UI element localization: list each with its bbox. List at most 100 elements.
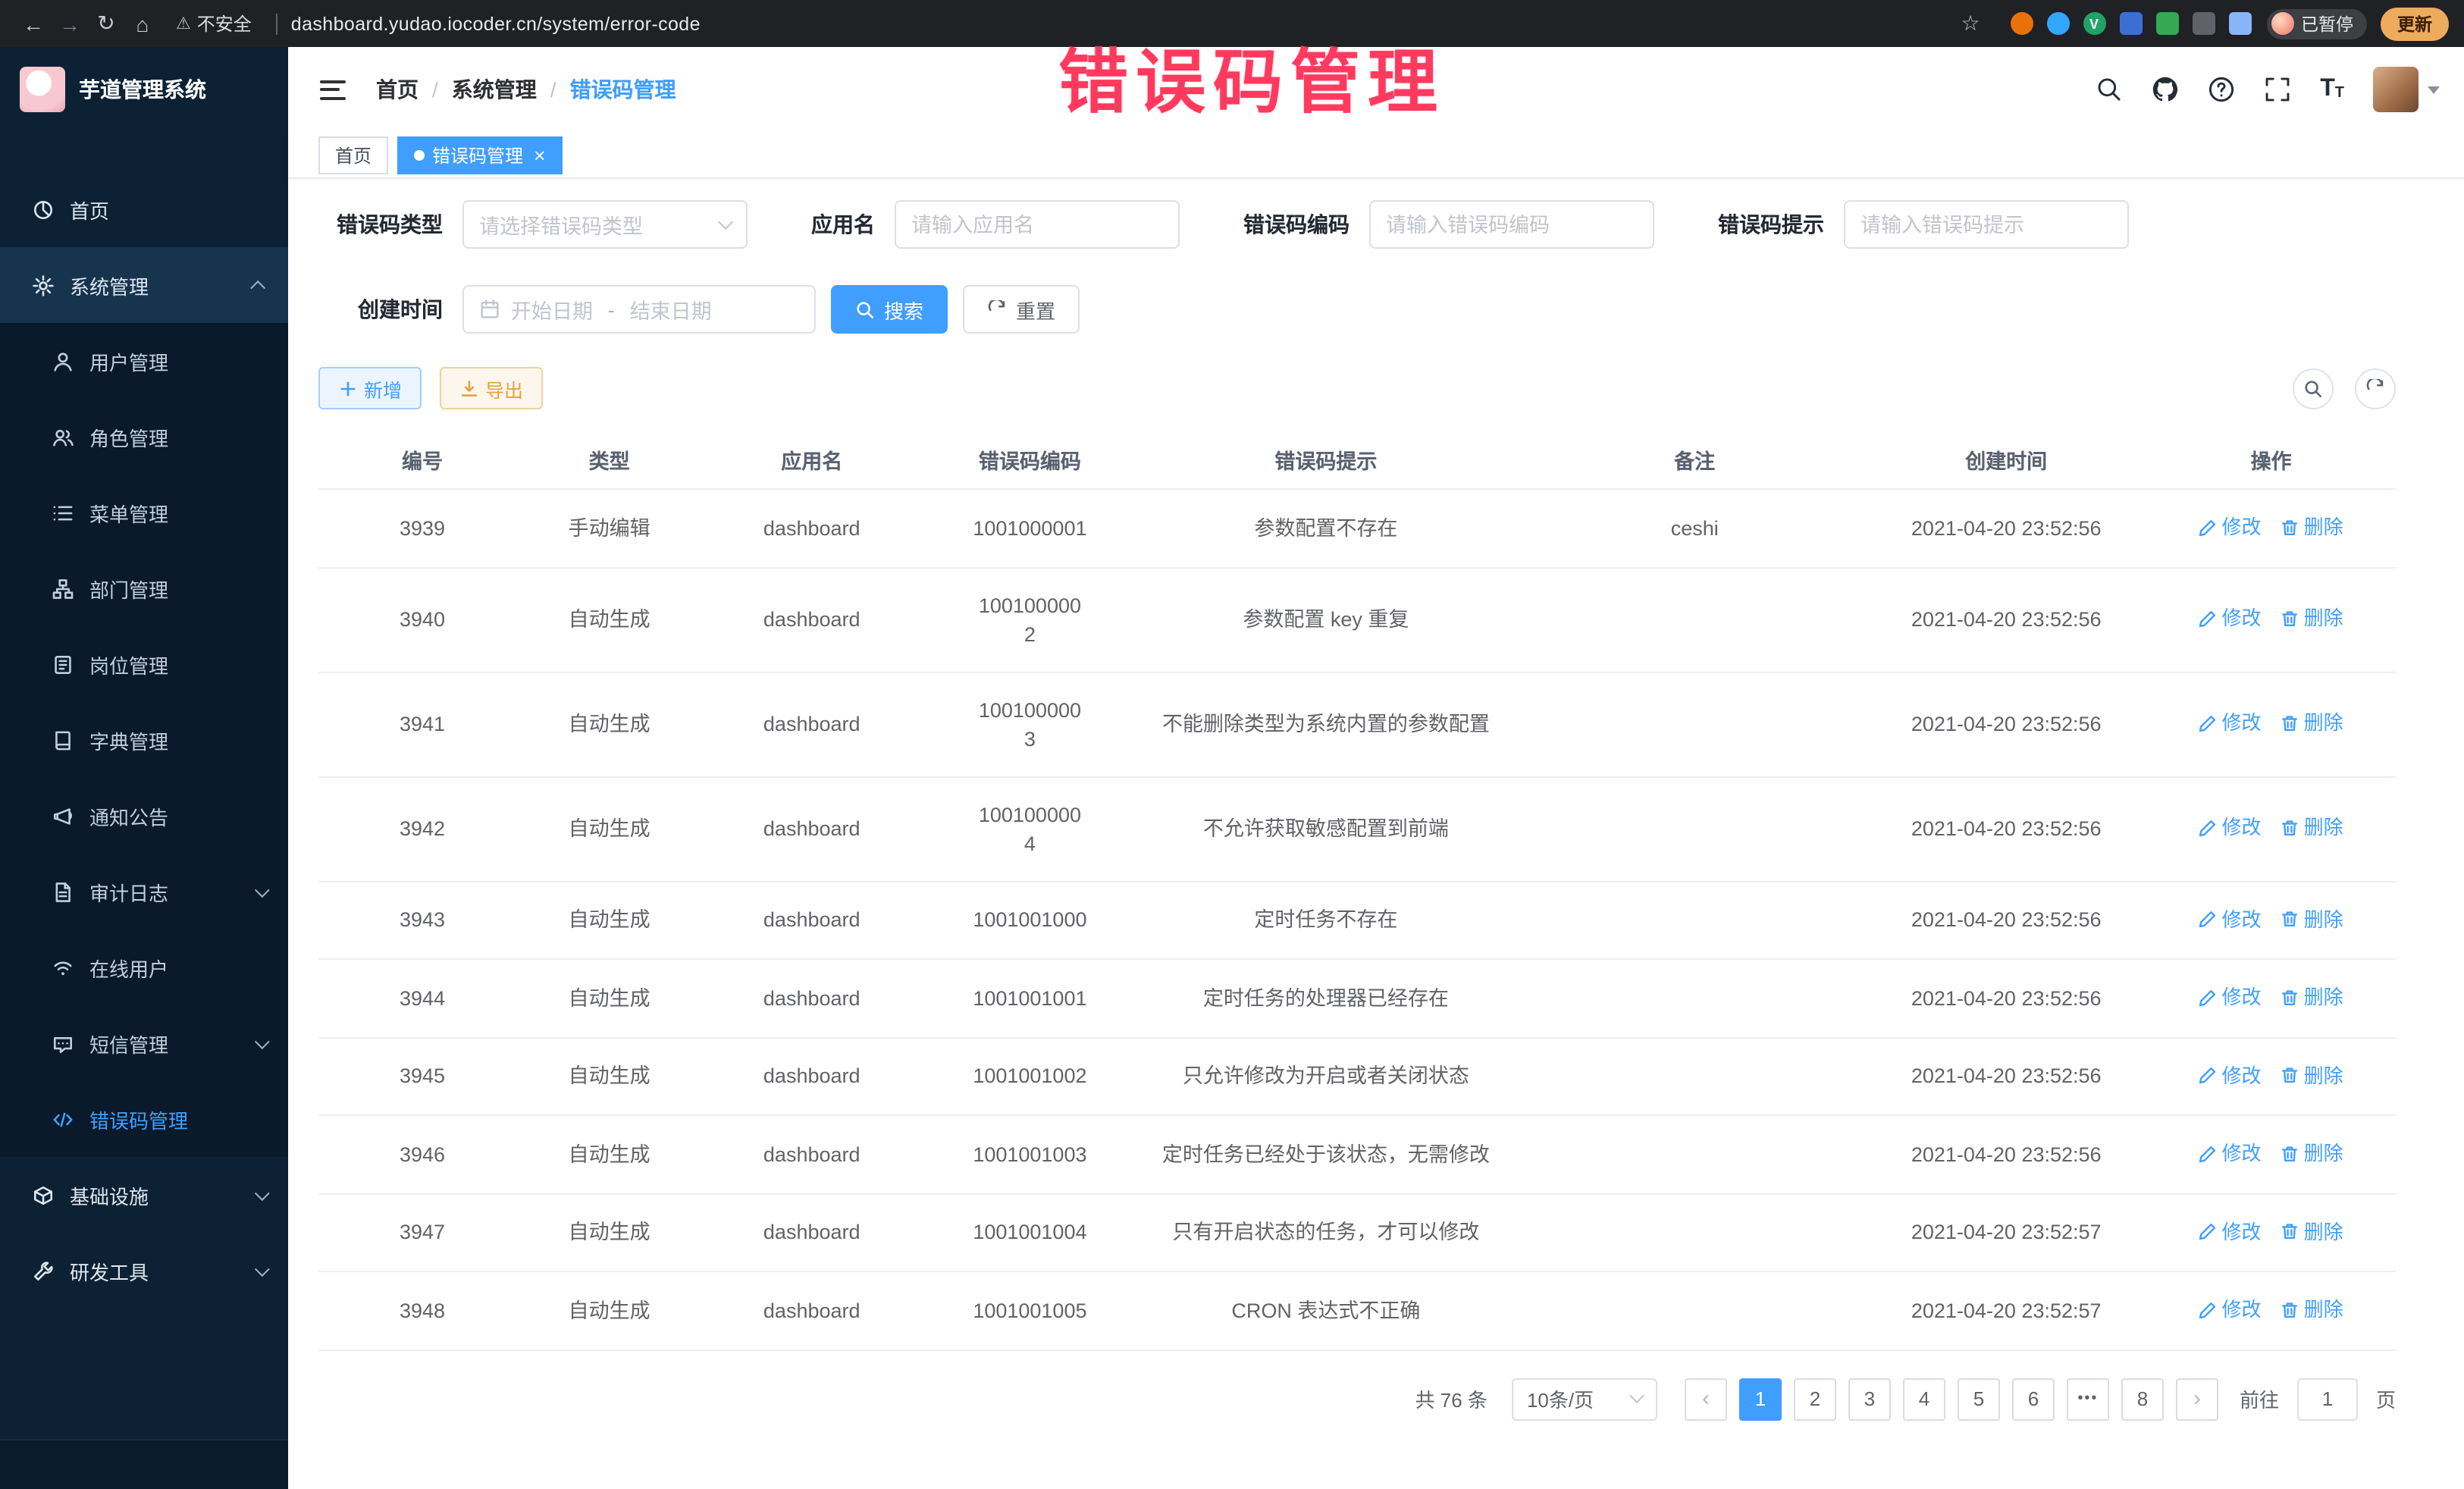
delete-link[interactable]: 删除 [2281, 983, 2343, 1011]
cell-app: dashboard [692, 881, 931, 959]
sidebar-item-post[interactable]: 岗位管理 [0, 626, 288, 702]
sidebar-item-system[interactable]: 系统管理 [0, 247, 288, 323]
next-page-button[interactable]: › [2176, 1378, 2218, 1420]
logo[interactable]: 芋道管理系统 [0, 47, 288, 132]
delete-link[interactable]: 删除 [2281, 513, 2343, 541]
extension-icon-dark[interactable] [2192, 12, 2215, 35]
sidebar-item-home[interactable]: 首页 [0, 171, 288, 247]
pagination: 共 76 条 10条/页 ‹ 123456•••8 › 前往 页 [318, 1378, 2396, 1420]
sidebar-item-role[interactable]: 角色管理 [0, 399, 288, 475]
more-pages-button[interactable]: ••• [2067, 1378, 2109, 1420]
edit-label: 修改 [2222, 983, 2262, 1011]
search-button[interactable]: 搜索 [831, 285, 948, 334]
sidebar-item-infra[interactable]: 基础设施 [0, 1157, 288, 1233]
delete-link[interactable]: 删除 [2281, 904, 2343, 933]
cell-id: 3941 [318, 672, 526, 776]
refresh-table-button[interactable] [2355, 368, 2396, 409]
back-icon[interactable]: ← [15, 11, 52, 36]
delete-link[interactable]: 删除 [2281, 1061, 2343, 1089]
edit-link[interactable]: 修改 [2199, 904, 2262, 933]
help-icon[interactable] [2208, 76, 2235, 103]
cell-time: 2021-04-20 23:52:56 [1866, 1037, 2146, 1115]
page-button-8[interactable]: 8 [2121, 1378, 2164, 1420]
cell-type: 自动生成 [526, 1193, 692, 1271]
delete-label: 删除 [2304, 1295, 2343, 1324]
breadcrumb-system[interactable]: 系统管理 [452, 74, 537, 105]
edit-link[interactable]: 修改 [2199, 513, 2262, 541]
sidebar-item-online[interactable]: 在线用户 [0, 929, 288, 1005]
chrome-update-button[interactable]: 更新 [2381, 7, 2449, 40]
sidebar-item-errcode[interactable]: 错误码管理 [0, 1081, 288, 1157]
address-bar-url[interactable]: dashboard.yudao.iocoder.cn/system/error-… [291, 13, 701, 34]
add-button[interactable]: 新增 [318, 367, 422, 409]
app-name-input[interactable] [895, 200, 1180, 249]
browser-home-icon[interactable]: ⌂ [124, 11, 161, 36]
error-code-input[interactable] [1369, 200, 1654, 249]
page-button-2[interactable]: 2 [1794, 1378, 1836, 1420]
cell-app: dashboard [692, 959, 931, 1037]
edit-link[interactable]: 修改 [2199, 1217, 2262, 1246]
security-label[interactable]: 不安全 [197, 11, 252, 36]
edit-link[interactable]: 修改 [2199, 1061, 2262, 1089]
close-icon[interactable]: × [534, 145, 545, 165]
error-type-select[interactable]: 请选择错误码类型 [462, 200, 748, 249]
edit-link[interactable]: 修改 [2199, 709, 2262, 738]
sidebar-item-label: 研发工具 [70, 1256, 149, 1285]
font-size-icon[interactable]: TT [2320, 77, 2344, 102]
delete-link[interactable]: 删除 [2281, 1217, 2343, 1246]
edit-link[interactable]: 修改 [2199, 813, 2262, 842]
sidebar-item-dept[interactable]: 部门管理 [0, 550, 288, 626]
sidebar-item-tools[interactable]: 研发工具 [0, 1233, 288, 1309]
export-button[interactable]: 导出 [440, 367, 543, 409]
sidebar-item-menu[interactable]: 菜单管理 [0, 475, 288, 550]
extensions-row: V [2010, 12, 2251, 35]
page-button-6[interactable]: 6 [2012, 1378, 2055, 1420]
edit-link[interactable]: 修改 [2199, 983, 2262, 1011]
sidebar-item-audit[interactable]: 审计日志 [0, 854, 288, 929]
extension-icon-blue-drop[interactable] [2046, 12, 2069, 35]
forward-icon[interactable]: → [52, 11, 88, 36]
extension-icon-green[interactable] [2155, 12, 2178, 35]
breadcrumb-home[interactable]: 首页 [376, 74, 419, 105]
page-button-1[interactable]: 1 [1739, 1378, 1782, 1420]
github-icon[interactable] [2152, 76, 2179, 103]
column-header: 错误码编码 [931, 431, 1128, 489]
edit-link[interactable]: 修改 [2199, 1139, 2262, 1168]
extension-icon-puzzle[interactable] [2228, 12, 2251, 35]
date-range-picker[interactable]: 开始日期 - 结束日期 [462, 285, 816, 334]
toggle-search-button[interactable] [2293, 368, 2334, 409]
extension-icon-red-dot[interactable] [2010, 12, 2033, 35]
sidebar-item-user[interactable]: 用户管理 [0, 323, 288, 399]
profile-paused-badge[interactable]: 已暂停 [2266, 8, 2367, 39]
tab-error-code[interactable]: 错误码管理 × [397, 136, 562, 174]
page-button-5[interactable]: 5 [1958, 1378, 2000, 1420]
cell-type: 自动生成 [526, 672, 692, 776]
reload-icon[interactable]: ↻ [88, 11, 124, 36]
delete-link[interactable]: 删除 [2281, 604, 2343, 633]
edit-link[interactable]: 修改 [2199, 1295, 2262, 1324]
goto-page-input[interactable] [2297, 1378, 2358, 1420]
prev-page-button[interactable]: ‹ [1685, 1378, 1727, 1420]
page-button-3[interactable]: 3 [1848, 1378, 1891, 1420]
edit-link[interactable]: 修改 [2199, 604, 2262, 633]
sidebar-item-notice[interactable]: 通知公告 [0, 778, 288, 854]
delete-link[interactable]: 删除 [2281, 1295, 2343, 1324]
user-menu[interactable] [2373, 67, 2440, 112]
fullscreen-icon[interactable] [2264, 76, 2291, 103]
extension-icon-blue-grid[interactable] [2119, 12, 2142, 35]
error-msg-input[interactable] [1844, 200, 2129, 249]
tab-home[interactable]: 首页 [318, 136, 388, 174]
bookmark-star-icon[interactable]: ☆ [1952, 11, 1989, 36]
sidebar-item-sms[interactable]: 短信管理 [0, 1005, 288, 1081]
sidebar-collapse-bar[interactable] [0, 1439, 288, 1489]
menu-fold-icon[interactable] [320, 80, 346, 99]
page-button-4[interactable]: 4 [1903, 1378, 1945, 1420]
delete-link[interactable]: 删除 [2281, 813, 2343, 842]
page-size-select[interactable]: 10条/页 [1512, 1378, 1657, 1420]
delete-link[interactable]: 删除 [2281, 709, 2343, 738]
extension-icon-green-v[interactable]: V [2083, 12, 2105, 35]
search-icon[interactable] [2096, 76, 2123, 103]
reset-button[interactable]: 重置 [963, 285, 1080, 334]
sidebar-item-dict[interactable]: 字典管理 [0, 702, 288, 778]
delete-link[interactable]: 删除 [2281, 1139, 2343, 1168]
